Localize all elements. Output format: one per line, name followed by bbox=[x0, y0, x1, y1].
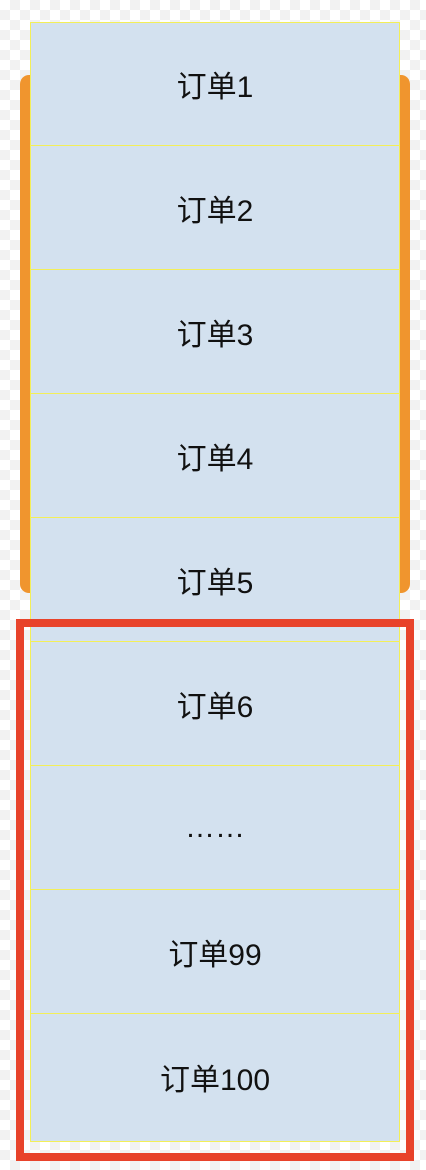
order-item-1: 订单1 bbox=[31, 23, 399, 146]
order-item-label: 订单4 bbox=[176, 443, 254, 476]
order-item-2: 订单2 bbox=[31, 147, 399, 270]
offscreen-highlight-frame bbox=[16, 619, 414, 1161]
order-item-4: 订单4 bbox=[31, 395, 399, 518]
order-item-label: 订单1 bbox=[176, 71, 254, 104]
order-item-label: 订单5 bbox=[176, 567, 254, 600]
order-item-label: 订单3 bbox=[176, 319, 254, 352]
order-item-label: 订单2 bbox=[176, 195, 254, 228]
order-item-3: 订单3 bbox=[31, 271, 399, 394]
